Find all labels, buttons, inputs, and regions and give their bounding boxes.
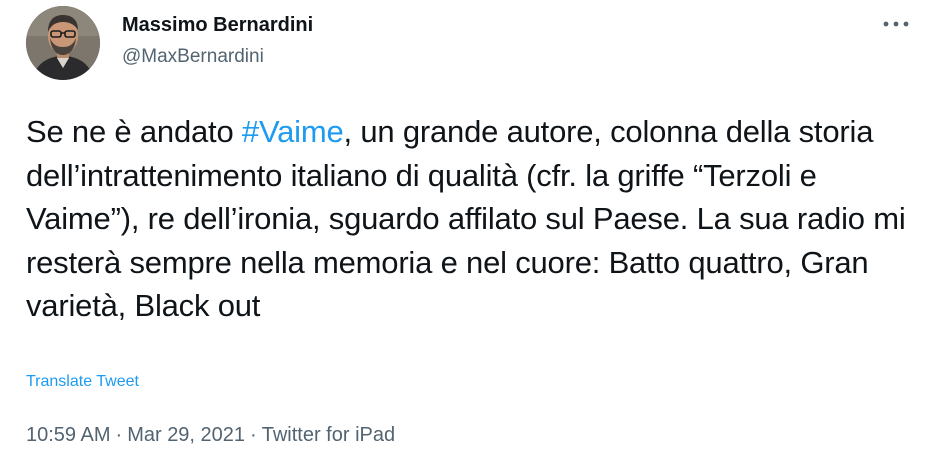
tweet-time[interactable]: 10:59 AM (26, 424, 111, 446)
more-options-button[interactable] (876, 12, 916, 36)
avatar[interactable] (26, 6, 100, 80)
tweet-source[interactable]: Twitter for iPad (262, 424, 395, 446)
tweet-date[interactable]: Mar 29, 2021 (127, 424, 245, 446)
tweet-metadata: 10:59 AM · Mar 29, 2021 · Twitter for iPad (26, 424, 395, 447)
translate-tweet-link[interactable]: Translate Tweet (26, 373, 139, 391)
more-horizontal-icon (883, 21, 909, 27)
tweet-text: Se ne è andato #Vaime, un grande autore,… (26, 110, 916, 328)
avatar-photo-icon (26, 6, 100, 80)
hashtag-link[interactable]: #Vaime (242, 114, 344, 149)
author-display-name[interactable]: Massimo Bernardini (122, 14, 313, 37)
tweet-card: Massimo Bernardini @MaxBernardini Se ne … (0, 0, 930, 465)
meta-separator: · (115, 424, 123, 446)
tweet-text-part: Se ne è andato (26, 114, 242, 149)
meta-separator: · (250, 424, 257, 446)
author-handle[interactable]: @MaxBernardini (122, 46, 264, 68)
